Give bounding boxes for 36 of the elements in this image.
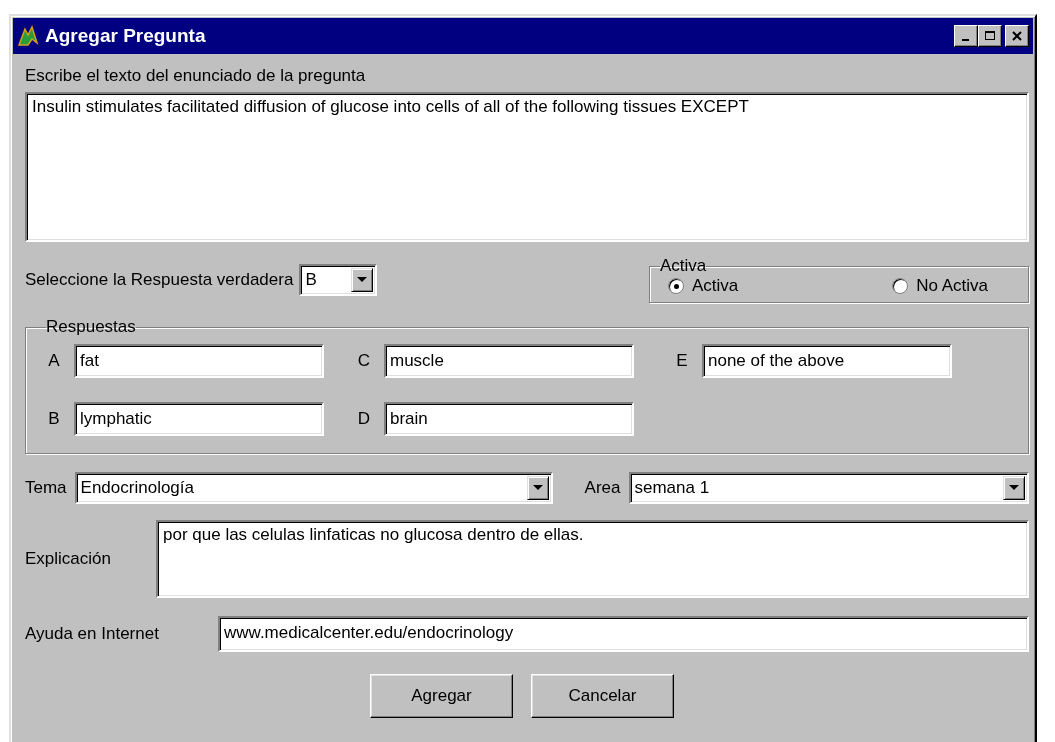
radio-option[interactable]: No Activa — [892, 276, 988, 296]
correct-answer-label: Seleccione la Respuesta verdadera — [25, 269, 294, 290]
topic-dropdown[interactable]: Endocrinología — [74, 472, 553, 504]
area-dropdown[interactable]: semana 1 — [628, 472, 1029, 504]
explanation-label: Explicación — [25, 549, 112, 569]
answer-field[interactable]: muscle — [384, 344, 634, 378]
window-title: Agregar Pregunta — [45, 25, 207, 47]
help-label: Ayuda en Internet — [25, 624, 160, 644]
question-text-area[interactable]: Insulin stimulates facilitated diffusion of glucose into cells of all of the following tissues EXCEPT — [25, 92, 1029, 242]
answer-letter: A — [47, 351, 61, 371]
app-icon — [17, 25, 39, 47]
answer-field[interactable]: fat — [74, 344, 324, 378]
question-label: Escribe el texto del enunciado de la pregunta — [25, 66, 367, 86]
answer-field[interactable]: lymphatic — [74, 402, 324, 436]
correct-answer-dropdown[interactable]: B — [299, 263, 378, 296]
close-icon — [1011, 30, 1023, 42]
explanation-text-area[interactable]: por que las celulas linfaticas no glucosa dentro de ellas. — [156, 520, 1029, 598]
minimize-button[interactable] — [954, 25, 978, 47]
topic-label: Tema — [25, 478, 67, 498]
area-label: Area — [584, 478, 621, 498]
maximize-icon — [984, 30, 996, 42]
answer-letter: B — [47, 409, 61, 429]
cancel-button[interactable]: Cancelar — [531, 674, 674, 718]
maximize-button[interactable] — [978, 25, 1002, 47]
answer-letter: C — [356, 351, 372, 371]
group-title: Activa — [660, 256, 707, 276]
close-button[interactable] — [1005, 25, 1029, 47]
answer-letter: E — [675, 351, 689, 371]
answer-field[interactable]: none of the above — [702, 344, 952, 378]
help-url-field[interactable]: www.medicalcenter.edu/endocrinology — [218, 616, 1029, 652]
minimize-icon — [961, 39, 969, 41]
answer-letter: D — [356, 409, 372, 429]
add-button[interactable]: Agregar — [370, 674, 513, 718]
radio-option[interactable]: Activa — [668, 276, 739, 296]
answer-field[interactable]: brain — [384, 402, 634, 436]
group-title: Respuestas — [46, 317, 136, 337]
